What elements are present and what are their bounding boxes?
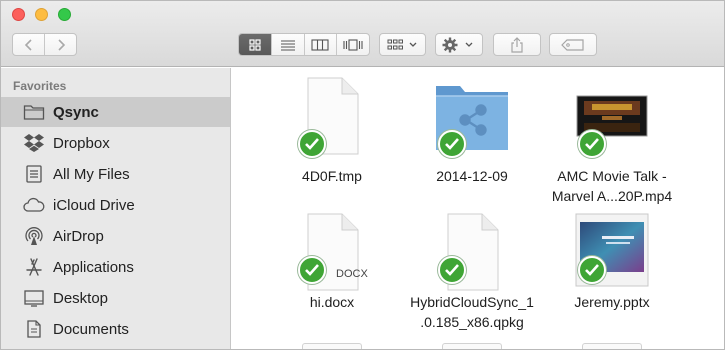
all-files-icon — [23, 163, 45, 185]
sync-complete-icon — [578, 130, 606, 158]
sidebar-item-label: Applications — [53, 258, 134, 276]
file-extension-label: DOCX — [336, 268, 368, 280]
forward-button[interactable] — [44, 34, 76, 55]
view-mode-coverflow-button[interactable] — [336, 34, 369, 55]
sidebar-item-documents[interactable]: Documents — [1, 314, 230, 344]
sidebar-item-label: Desktop — [53, 289, 109, 307]
sync-complete-icon — [578, 256, 606, 284]
back-button[interactable] — [13, 34, 44, 55]
file-name: hi.docx — [309, 294, 355, 310]
sync-complete-icon — [438, 130, 466, 158]
file-name: 2014-12-09 — [436, 168, 508, 184]
cover-flow-view-icon — [343, 38, 363, 51]
view-mode-icons-button[interactable] — [239, 34, 271, 55]
sidebar-item-dropbox[interactable]: Dropbox — [1, 128, 230, 158]
toolbar — [1, 1, 724, 67]
file-name-line-1: HybridCloudSync_1 — [410, 294, 534, 310]
zoom-button[interactable] — [58, 8, 71, 21]
minimize-button[interactable] — [35, 8, 48, 21]
file-name-line-2: Marvel A...20P.mp4 — [551, 188, 673, 204]
view-mode-group — [238, 33, 370, 56]
sidebar-item-desktop[interactable]: Desktop — [1, 283, 230, 313]
sidebar-item-label: AirDrop — [53, 227, 104, 245]
sidebar-item-icloud-drive[interactable]: iCloud Drive — [1, 190, 230, 220]
sidebar: Favorites Qsync Dropbox All My Files iCl… — [1, 68, 231, 349]
cloud-icon — [23, 194, 45, 216]
chevron-left-icon — [24, 38, 32, 51]
sidebar-item-qsync[interactable]: Qsync — [1, 97, 230, 127]
list-view-icon — [280, 39, 295, 51]
share-button[interactable] — [493, 33, 541, 56]
tag-button[interactable] — [549, 33, 597, 56]
applications-icon — [23, 256, 45, 278]
sidebar-heading-favorites: Favorites — [13, 79, 67, 93]
sidebar-item-label: All My Files — [53, 165, 130, 183]
desktop-icon — [23, 287, 45, 309]
file-item-jeremy-pptx[interactable]: Jeremy.pptx — [532, 212, 692, 317]
view-mode-columns-button[interactable] — [303, 34, 337, 55]
file-item-hybridcloudsync-qpkg[interactable]: HybridCloudSync_1 .0.185_x86.qpkg — [392, 212, 552, 337]
file-name-line-1: AMC Movie Talk - — [557, 168, 667, 184]
chevron-right-icon — [57, 38, 65, 51]
file-name: Jeremy.pptx — [574, 294, 650, 310]
file-name: 4D0F.tmp — [302, 168, 362, 184]
file-item-2014-12-09-folder[interactable]: 2014-12-09 — [392, 76, 552, 191]
sync-complete-icon — [298, 256, 326, 284]
file-browser: 4D0F.tmp 2014-12-09 AMC Movie Talk - Mar… — [232, 68, 724, 349]
column-view-icon — [311, 38, 329, 51]
sync-complete-icon — [438, 256, 466, 284]
back-forward-group — [12, 33, 77, 56]
sidebar-item-label: Qsync — [53, 103, 99, 121]
sidebar-item-airdrop[interactable]: AirDrop — [1, 221, 230, 251]
file-item-partial[interactable] — [442, 343, 502, 349]
sync-complete-icon — [298, 130, 326, 158]
sidebar-item-label: Dropbox — [53, 134, 110, 152]
file-name-line-2: .0.185_x86.qpkg — [420, 314, 524, 330]
action-button[interactable] — [435, 33, 483, 56]
file-item-hi-docx[interactable]: DOCX hi.docx — [252, 212, 412, 317]
documents-icon — [23, 318, 45, 340]
sidebar-item-label: iCloud Drive — [53, 196, 135, 214]
file-item-amc-movie-talk-mp4[interactable]: AMC Movie Talk - Marvel A...20P.mp4 — [532, 76, 692, 204]
arrange-icon — [387, 39, 416, 49]
airdrop-icon — [23, 225, 45, 247]
gear-icon — [442, 37, 473, 52]
close-button[interactable] — [12, 8, 25, 21]
folder-icon — [23, 101, 45, 123]
sidebar-item-all-my-files[interactable]: All My Files — [1, 159, 230, 189]
finder-window: Favorites Qsync Dropbox All My Files iCl… — [0, 0, 725, 350]
file-item-partial[interactable] — [302, 343, 362, 349]
sidebar-item-applications[interactable]: Applications — [1, 252, 230, 282]
share-icon — [511, 36, 523, 53]
view-mode-list-button[interactable] — [270, 34, 304, 55]
file-item-partial[interactable] — [582, 343, 642, 349]
file-item-4d0f-tmp[interactable]: 4D0F.tmp — [252, 76, 412, 191]
arrange-button[interactable] — [379, 33, 426, 56]
dropbox-icon — [23, 132, 45, 154]
tag-icon — [561, 38, 584, 51]
sidebar-item-label: Documents — [53, 320, 129, 338]
icon-view-icon — [249, 38, 261, 51]
